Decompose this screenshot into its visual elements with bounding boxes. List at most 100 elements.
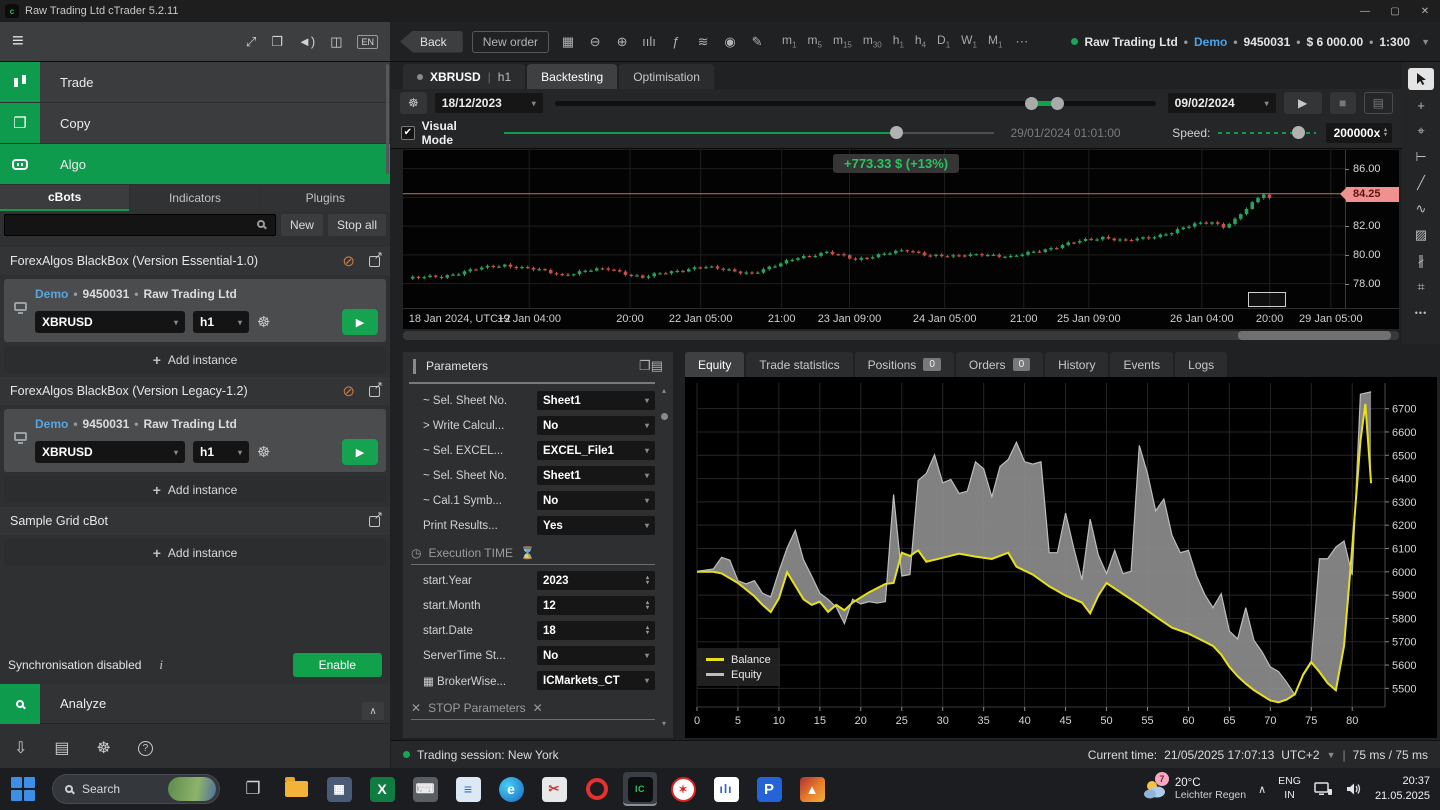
end-date-select[interactable]: 09/02/2024 ▾ — [1168, 93, 1276, 113]
stepper-icons[interactable]: ▴▾ — [1384, 128, 1387, 138]
more-timeframes-icon[interactable]: ⋯ — [1015, 34, 1028, 50]
add-instance-button[interactable]: +Add instance — [4, 346, 386, 373]
detach-window-icon[interactable]: ❐ — [271, 34, 283, 50]
sidebar-item-trade[interactable]: Trade — [0, 62, 390, 102]
add-instance-button[interactable]: +Add instance — [4, 539, 386, 566]
weather-widget[interactable]: 7 20°C Leichter Regen — [1142, 777, 1246, 801]
cloud-disabled-icon[interactable]: ⊘ — [342, 382, 355, 400]
volume-icon[interactable] — [1345, 781, 1363, 797]
scrollbar-thumb[interactable] — [661, 413, 668, 420]
timeframe-select[interactable]: h1▾ — [193, 441, 249, 463]
taskbar-app-notepad[interactable]: ≡ — [451, 772, 485, 806]
sidebar-item-algo[interactable]: Algo — [0, 144, 390, 184]
share-icon[interactable] — [369, 386, 380, 397]
parameter-stepper[interactable]: 18▴▾ — [537, 621, 655, 640]
backtest-settings-gear-icon[interactable]: ☸ — [400, 92, 427, 114]
price-chart[interactable]: +773.33 $ (+13%) — [403, 150, 1345, 308]
parameter-section-execution-time[interactable]: ◷Execution TIME⌛ — [411, 541, 655, 565]
parameter-select[interactable]: Sheet1▾ — [537, 466, 655, 485]
menu-icon[interactable]: ≡ — [12, 30, 24, 53]
minimize-button[interactable]: — — [1350, 0, 1380, 22]
parameter-select[interactable]: No▾ — [537, 646, 655, 665]
info-icon[interactable]: i — [159, 657, 163, 673]
tab-cbots[interactable]: cBots — [0, 185, 129, 211]
scrollbar-thumb[interactable] — [1238, 331, 1391, 340]
cbot-header[interactable]: ForexAlgos BlackBox (Version Essential-1… — [0, 247, 390, 275]
taskbar-app-edge-browser[interactable]: e — [494, 772, 528, 806]
tab-optimisation[interactable]: Optimisation — [619, 64, 714, 89]
play-backtest-button[interactable]: ▶ — [1284, 92, 1322, 114]
stepper-icons[interactable]: ▴▾ — [646, 576, 649, 586]
parameter-select[interactable]: Yes▾ — [537, 516, 655, 535]
taskbar-app-p-app[interactable]: P — [752, 772, 786, 806]
price-axis[interactable]: 86.0084.0082.0080.0078.0084.25 — [1345, 150, 1399, 308]
date-range-slider[interactable] — [555, 93, 1156, 113]
taskbar-app-stacked-windows[interactable]: ❐ — [236, 772, 270, 806]
zoom-out-icon[interactable]: ⊖ — [585, 34, 605, 50]
tray-chevron-icon[interactable]: ∧ — [1258, 783, 1266, 796]
layers-icon[interactable]: ≋ — [693, 34, 713, 50]
slider-handle-right[interactable] — [1051, 97, 1064, 110]
sidebar-item-copy[interactable]: ❐Copy — [0, 103, 390, 143]
volume-indicator-icon[interactable]: ıılı — [639, 34, 659, 49]
language-icon[interactable]: EN — [357, 35, 378, 49]
timeframe-m5[interactable]: m5 — [808, 33, 822, 49]
share-icon[interactable] — [369, 256, 380, 267]
save-backtest-button[interactable]: ▤ — [1364, 92, 1393, 114]
measure-tool-icon[interactable]: ⌖ — [1408, 120, 1434, 142]
settings-gear-icon[interactable]: ☸ — [97, 738, 111, 758]
taskbar-app-opera-browser[interactable] — [580, 772, 614, 806]
tab-positions[interactable]: Positions0 — [855, 352, 954, 377]
sidebar-item-analyze[interactable]: Analyze — [0, 684, 390, 724]
tab-trade-statistics[interactable]: Trade statistics — [746, 352, 852, 377]
network-icon[interactable] — [1313, 781, 1333, 797]
taskbar-app-remote-desktop[interactable]: ⌨ — [408, 772, 442, 806]
timeframe-M1[interactable]: M1 — [988, 33, 1002, 49]
chart-edit-icon[interactable]: ✎ — [747, 34, 767, 50]
scroll-up-icon[interactable]: ▴ — [662, 386, 666, 395]
cloud-disabled-icon[interactable]: ⊘ — [342, 252, 355, 270]
cbot-instance-card[interactable]: Demo•9450031•Raw Trading LtdXBRUSD▾h1▾☸▶ — [4, 279, 386, 342]
taskbar-app-ic-markets[interactable]: IC — [623, 772, 657, 806]
channels-tool-icon[interactable]: ∦ — [1408, 250, 1434, 272]
taskbar-app-excel[interactable]: X — [365, 772, 399, 806]
speed-slider[interactable] — [1218, 125, 1315, 141]
start-date-select[interactable]: 18/12/2023 ▾ — [435, 93, 543, 113]
taskbar-app-stats-app[interactable]: ılı — [709, 772, 743, 806]
new-order-button[interactable]: New order — [472, 31, 549, 53]
tab-plugins[interactable]: Plugins — [261, 185, 390, 211]
timeframe-m15[interactable]: m15 — [833, 33, 852, 49]
parameter-stepper[interactable]: 2023▴▾ — [537, 571, 655, 590]
instance-settings-gear-icon[interactable]: ☸ — [257, 313, 270, 331]
timeframe-m30[interactable]: m30 — [863, 33, 882, 49]
collapse-chevron-icon[interactable]: ∧ — [362, 702, 384, 720]
time-axis[interactable]: 18 Jan 2024, UTC+219 Jan 04:0020:0022 Ja… — [403, 308, 1399, 329]
cbot-instance-card[interactable]: Demo•9450031•Raw Trading LtdXBRUSD▾h1▾☸▶ — [4, 409, 386, 472]
taskbar-app-seal-app[interactable]: ✶ — [666, 772, 700, 806]
start-cbot-button[interactable]: ▶ — [342, 439, 378, 465]
taskbar-app-snipping-tool[interactable]: ✂ — [537, 772, 571, 806]
tab-logs[interactable]: Logs — [1175, 352, 1227, 377]
taskbar-clock[interactable]: 20:3721.05.2025 — [1375, 774, 1430, 804]
slider-handle[interactable] — [1292, 126, 1305, 139]
chart-layout-icon[interactable]: ▦ — [558, 34, 578, 50]
timeframe-W1[interactable]: W1 — [961, 33, 977, 49]
pointer-tool-icon[interactable] — [1408, 68, 1434, 90]
stepper-icons[interactable]: ▴▾ — [646, 626, 649, 636]
close-button[interactable]: ✕ — [1410, 0, 1440, 22]
add-instance-button[interactable]: +Add instance — [4, 476, 386, 503]
symbol-select[interactable]: XBRUSD▾ — [35, 441, 185, 463]
parameter-select[interactable]: EXCEL_File1▾ — [537, 441, 655, 460]
save-icon[interactable]: ▤ — [651, 358, 663, 373]
grid-tool-icon[interactable]: ⌗ — [1408, 276, 1434, 298]
new-cbot-button[interactable]: New — [281, 214, 323, 236]
parameters-scrollbar[interactable]: ▴ ▾ — [659, 386, 669, 728]
search-input[interactable] — [4, 214, 276, 236]
freehand-tool-icon[interactable]: ∿ — [1408, 198, 1434, 220]
enable-sync-button[interactable]: Enable — [293, 653, 382, 677]
cbot-header[interactable]: Sample Grid cBot — [0, 507, 390, 535]
sidebar-scrollbar[interactable] — [386, 64, 389, 174]
tab-chart-xbrusd[interactable]: XBRUSD | h1 — [403, 64, 525, 89]
taskbar-app-calculator[interactable]: ▦ — [322, 772, 356, 806]
tab-backtesting[interactable]: Backtesting — [527, 64, 617, 89]
